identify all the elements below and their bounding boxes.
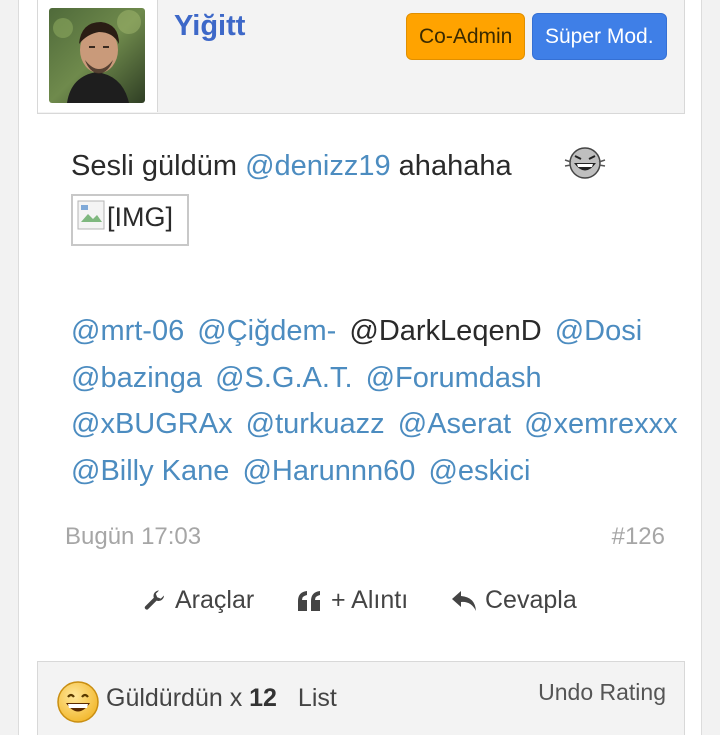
grinning-smiley-icon [57,681,99,723]
co-admin-badge: Co-Admin [406,13,526,60]
mention-link[interactable]: @denizz19 [245,150,391,182]
mention-text: @DarkLeqenD [349,315,542,347]
undo-rating-link[interactable]: Undo Rating [538,679,666,706]
mention-link[interactable]: @eskici [428,455,530,487]
post-date[interactable]: Bugün 17:03 [65,523,201,551]
mention-link[interactable]: @Dosi [555,315,642,347]
rating-label: Güldürdün x [106,684,243,712]
mention-link[interactable]: @turkuazz [246,408,385,440]
mention-list: @mrt-06 @Çiğdem- @DarkLeqenD @Dosi @bazi… [71,308,711,494]
rating-summary: Güldürdün x 12 List [106,684,337,713]
mention-link[interactable]: @xemrexxx [524,408,678,440]
quote-label: + Alıntı [331,586,409,614]
post-author-username[interactable]: Yiğitt [174,10,245,43]
mention-link[interactable]: @Forumdash [366,362,542,394]
quote-button[interactable]: + Alıntı [297,586,408,615]
message-text: Sesli güldüm [71,150,246,182]
broken-image-placeholder[interactable]: [IMG] [71,194,189,246]
broken-image-icon [77,200,105,230]
quote-icon [298,590,320,611]
image-alt-text: [IMG] [107,202,173,232]
avatar[interactable] [49,8,145,103]
mention-link[interactable]: @xBUGRAx [71,408,233,440]
mention-link[interactable]: @Harunnn60 [242,455,415,487]
post-actions: Araçlar + Alıntı Cevapla [19,586,703,620]
laughing-smiley-icon [564,147,606,179]
avatar-frame [38,0,158,112]
mention-link[interactable]: @Aserat [398,408,511,440]
rating-list-link[interactable]: List [298,684,337,712]
mention-link[interactable]: @Billy Kane [71,455,229,487]
reply-label: Cevapla [485,586,577,614]
post-number[interactable]: #126 [612,523,665,551]
tools-button[interactable]: Araçlar [143,586,254,615]
mention-link[interactable]: @bazinga [71,362,202,394]
super-mod-badge: Süper Mod. [532,13,667,60]
rating-count: 12 [249,684,277,712]
mention-link[interactable]: @S.G.A.T. [215,362,352,394]
message-text: ahahaha [390,150,512,182]
mention-link[interactable]: @mrt-06 [71,315,184,347]
post-author-header: Yiğitt Co-Admin Süper Mod. [37,0,685,114]
reply-icon [452,590,476,611]
reply-button[interactable]: Cevapla [451,586,577,615]
mention-link[interactable]: @Çiğdem- [197,315,336,347]
tools-label: Araçlar [175,586,255,614]
rating-bar: Güldürdün x 12 List Undo Rating [37,661,685,735]
post-container: Yiğitt Co-Admin Süper Mod. Sesli güldüm … [18,0,702,735]
wrench-icon [144,590,164,610]
message-first-line: Sesli güldüm @denizz19 ahahaha [71,150,512,183]
